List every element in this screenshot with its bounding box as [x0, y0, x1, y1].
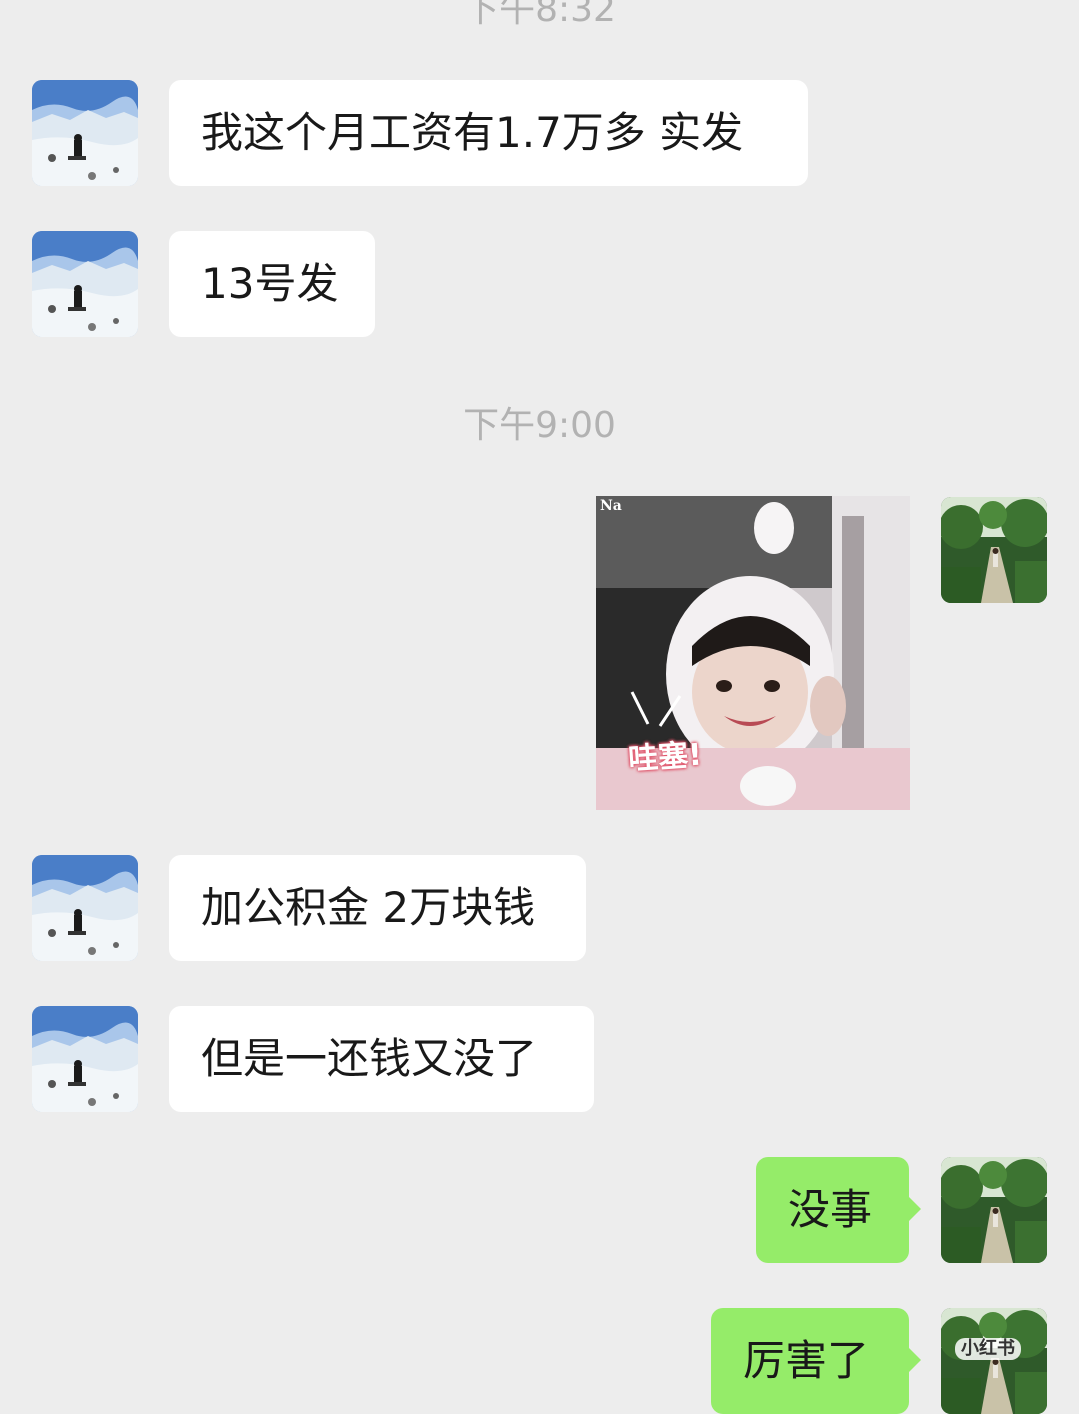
contact-avatar[interactable] — [32, 231, 138, 337]
sticker-tag: Na — [600, 498, 622, 514]
self-avatar[interactable] — [941, 1157, 1047, 1263]
sticker-message[interactable]: Na 哇塞! — [596, 496, 910, 810]
self-avatar[interactable] — [941, 497, 1047, 603]
avatar-image — [941, 1308, 1047, 1414]
timestamp-832: 下午8:32 — [463, 0, 616, 30]
message-bubble[interactable]: 加公积金 2万块钱 — [169, 855, 586, 961]
contact-avatar[interactable] — [32, 80, 138, 186]
self-avatar[interactable]: 小红书 — [941, 1308, 1047, 1414]
message-bubble[interactable]: 我这个月工资有1.7万多 实发 — [169, 80, 808, 186]
contact-avatar[interactable] — [32, 1006, 138, 1112]
avatar-image — [32, 855, 138, 961]
sticker-caption: 哇塞! — [627, 737, 704, 778]
avatar-image — [941, 497, 1047, 603]
message-bubble[interactable]: 但是一还钱又没了 — [169, 1006, 594, 1112]
message-bubble-self[interactable]: 厉害了 — [711, 1308, 921, 1414]
timestamp-900: 下午9:00 — [463, 405, 616, 446]
message-bubble[interactable]: 13号发 — [169, 231, 375, 337]
avatar-image — [32, 231, 138, 337]
contact-avatar[interactable] — [32, 855, 138, 961]
avatar-image — [941, 1157, 1047, 1263]
avatar-image — [32, 1006, 138, 1112]
message-bubble-self[interactable]: 没事 — [756, 1157, 921, 1263]
avatar-image — [32, 80, 138, 186]
watermark-badge: 小红书 — [955, 1338, 1021, 1360]
